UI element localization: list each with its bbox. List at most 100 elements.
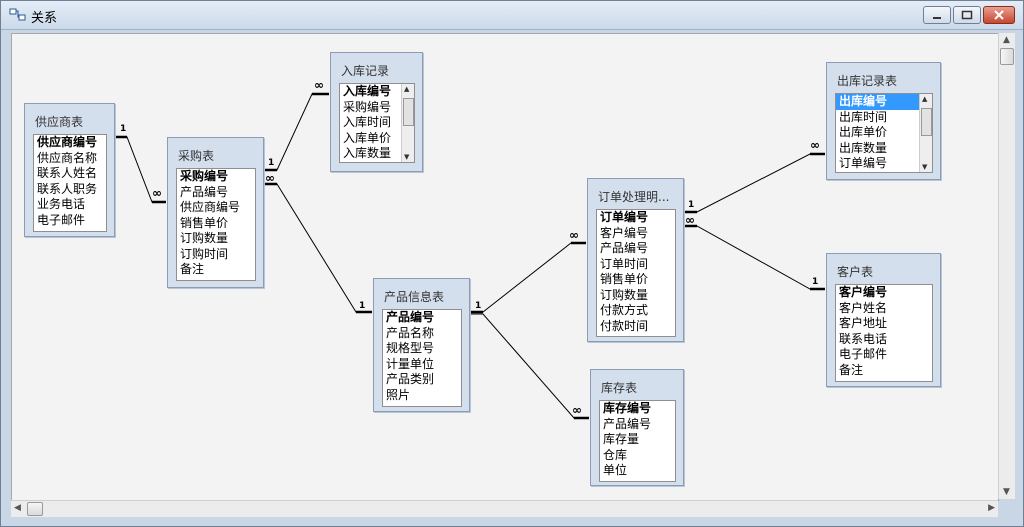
field-item[interactable]: 订单编号	[597, 210, 675, 226]
scroll-down-icon[interactable]: ▼	[922, 163, 927, 171]
table-title: 客户表	[837, 265, 874, 279]
cardinality-one: 1	[688, 200, 695, 210]
scroll-right-icon[interactable]: ▶	[988, 503, 995, 513]
field-item[interactable]: 订单时间	[597, 257, 675, 273]
field-item[interactable]: 产品编号	[597, 241, 675, 257]
field-item[interactable]: 供应商编号	[34, 135, 106, 151]
field-item[interactable]: 产品名称	[383, 326, 461, 342]
field-item-selected[interactable]: 出库编号	[836, 94, 932, 110]
table-title: 入库记录	[341, 64, 390, 78]
field-item[interactable]: 订购时间	[177, 247, 255, 263]
field-list-scrollbar[interactable]: ▲ ▼	[401, 84, 414, 162]
field-item[interactable]: 订单编号	[836, 156, 932, 172]
field-item[interactable]: 客户编号	[836, 285, 932, 301]
relationship-line-purchase-product	[263, 183, 372, 313]
table-order[interactable]: 订单处理明... 订单编号 客户编号 产品编号 订单时间 销售单价 订购数量 付…	[587, 178, 684, 342]
cardinality-many: ∞	[572, 403, 582, 417]
field-list-scrollbar[interactable]: ▲ ▼	[919, 94, 932, 172]
field-list[interactable]: 入库编号 采购编号 入库时间 入库单价 入库数量 ▲ ▼	[339, 83, 415, 163]
scroll-left-icon[interactable]: ◀	[14, 503, 21, 513]
table-title: 采购表	[178, 149, 215, 163]
scroll-down-icon[interactable]: ▼	[404, 153, 409, 161]
field-item[interactable]: 付款时间	[597, 319, 675, 335]
cardinality-many: ∞	[265, 171, 275, 185]
relationship-line-product-stock	[469, 313, 589, 419]
field-item[interactable]: 产品编号	[177, 185, 255, 201]
table-instock[interactable]: 入库记录 入库编号 采购编号 入库时间 入库单价 入库数量 ▲ ▼	[330, 52, 423, 172]
vertical-scroll-thumb[interactable]	[1000, 48, 1014, 65]
field-item[interactable]: 出库时间	[836, 110, 932, 126]
cardinality-one: 1	[120, 124, 127, 134]
relationship-line-product-order	[469, 242, 586, 313]
field-item[interactable]: 客户姓名	[836, 301, 932, 317]
field-list[interactable]: 出库编号 出库时间 出库单价 出库数量 订单编号 ▲ ▼	[835, 93, 933, 173]
relationships-icon	[9, 8, 26, 21]
table-customer[interactable]: 客户表 客户编号 客户姓名 客户地址 联系电话 电子邮件 备注	[826, 253, 941, 387]
horizontal-scrollbar[interactable]: ◀ ▶	[11, 500, 998, 517]
close-button[interactable]	[983, 6, 1015, 24]
field-item[interactable]: 供应商编号	[177, 200, 255, 216]
field-item[interactable]: 仓库	[600, 448, 675, 464]
field-item[interactable]: 产品编号	[383, 310, 461, 326]
cardinality-many: ∞	[314, 78, 324, 92]
cardinality-many: ∞	[569, 228, 579, 242]
field-item[interactable]: 电子邮件	[34, 213, 106, 229]
cardinality-one: 1	[268, 158, 275, 168]
title-bar[interactable]: 关系	[1, 1, 1023, 30]
field-item[interactable]: 库存编号	[600, 401, 675, 417]
field-item[interactable]: 业务电话	[34, 197, 106, 213]
field-item[interactable]: 销售单价	[597, 272, 675, 288]
field-item[interactable]: 客户编号	[597, 226, 675, 242]
cardinality-one: 1	[812, 277, 819, 287]
field-item[interactable]: 付款方式	[597, 303, 675, 319]
table-purchase[interactable]: 采购表 采购编号 产品编号 供应商编号 销售单价 订购数量 订购时间 备注	[167, 137, 264, 288]
field-item[interactable]: 采购编号	[177, 169, 255, 185]
field-list[interactable]: 订单编号 客户编号 产品编号 订单时间 销售单价 订购数量 付款方式 付款时间	[596, 209, 676, 337]
field-item[interactable]: 出库单价	[836, 125, 932, 141]
table-stock[interactable]: 库存表 库存编号 产品编号 库存量 仓库 单位	[590, 369, 684, 486]
cardinality-many: ∞	[810, 138, 820, 152]
scroll-down-icon[interactable]: ▼	[1003, 487, 1010, 497]
scroll-up-icon[interactable]: ▲	[404, 85, 409, 93]
field-item[interactable]: 规格型号	[383, 341, 461, 357]
field-list[interactable]: 采购编号 产品编号 供应商编号 销售单价 订购数量 订购时间 备注	[176, 168, 256, 281]
close-icon	[994, 10, 1004, 20]
field-item[interactable]: 客户地址	[836, 316, 932, 332]
field-item[interactable]: 供应商名称	[34, 151, 106, 167]
field-list[interactable]: 供应商编号 供应商名称 联系人姓名 联系人职务 业务电话 电子邮件	[33, 134, 107, 232]
field-list[interactable]: 库存编号 产品编号 库存量 仓库 单位	[599, 400, 676, 482]
table-title: 供应商表	[35, 115, 84, 129]
scroll-up-icon[interactable]: ▲	[1003, 35, 1010, 45]
cardinality-one: 1	[359, 301, 366, 311]
relationships-canvas[interactable]: 1 ∞ 1 ∞ ∞ 1 1 ∞ ∞ 1 ∞ ∞ 1 供应商表 供应商编号 供应商…	[11, 33, 999, 501]
field-item[interactable]: 照片	[383, 388, 461, 404]
field-item[interactable]: 备注	[177, 262, 255, 278]
table-supplier[interactable]: 供应商表 供应商编号 供应商名称 联系人姓名 联系人职务 业务电话 电子邮件	[24, 103, 115, 237]
field-item[interactable]: 订购数量	[597, 288, 675, 304]
field-item[interactable]: 单位	[600, 463, 675, 479]
field-item[interactable]: 销售单价	[177, 216, 255, 232]
field-item[interactable]: 出库数量	[836, 141, 932, 157]
field-item[interactable]: 联系人姓名	[34, 166, 106, 182]
table-outstock[interactable]: 出库记录表 出库编号 出库时间 出库单价 出库数量 订单编号 ▲ ▼	[826, 62, 941, 180]
vertical-scrollbar[interactable]: ▲ ▼	[998, 33, 1015, 499]
horizontal-scroll-thumb[interactable]	[27, 502, 43, 516]
scroll-thumb[interactable]	[921, 108, 932, 136]
field-item[interactable]: 产品编号	[600, 417, 675, 433]
field-item[interactable]: 电子邮件	[836, 347, 932, 363]
table-product[interactable]: 产品信息表 产品编号 产品名称 规格型号 计量单位 产品类别 照片	[373, 278, 470, 412]
field-item[interactable]: 库存量	[600, 432, 675, 448]
field-list[interactable]: 产品编号 产品名称 规格型号 计量单位 产品类别 照片	[382, 309, 462, 407]
maximize-button[interactable]	[953, 6, 981, 24]
field-item[interactable]: 产品类别	[383, 372, 461, 388]
field-item[interactable]: 备注	[836, 363, 932, 379]
scroll-thumb[interactable]	[403, 98, 414, 126]
minimize-button[interactable]	[923, 6, 951, 24]
field-item[interactable]: 联系电话	[836, 332, 932, 348]
field-list[interactable]: 客户编号 客户姓名 客户地址 联系电话 电子邮件 备注	[835, 284, 933, 382]
maximize-icon	[961, 10, 973, 20]
scroll-up-icon[interactable]: ▲	[922, 95, 927, 103]
field-item[interactable]: 订购数量	[177, 231, 255, 247]
field-item[interactable]: 计量单位	[383, 357, 461, 373]
field-item[interactable]: 联系人职务	[34, 182, 106, 198]
